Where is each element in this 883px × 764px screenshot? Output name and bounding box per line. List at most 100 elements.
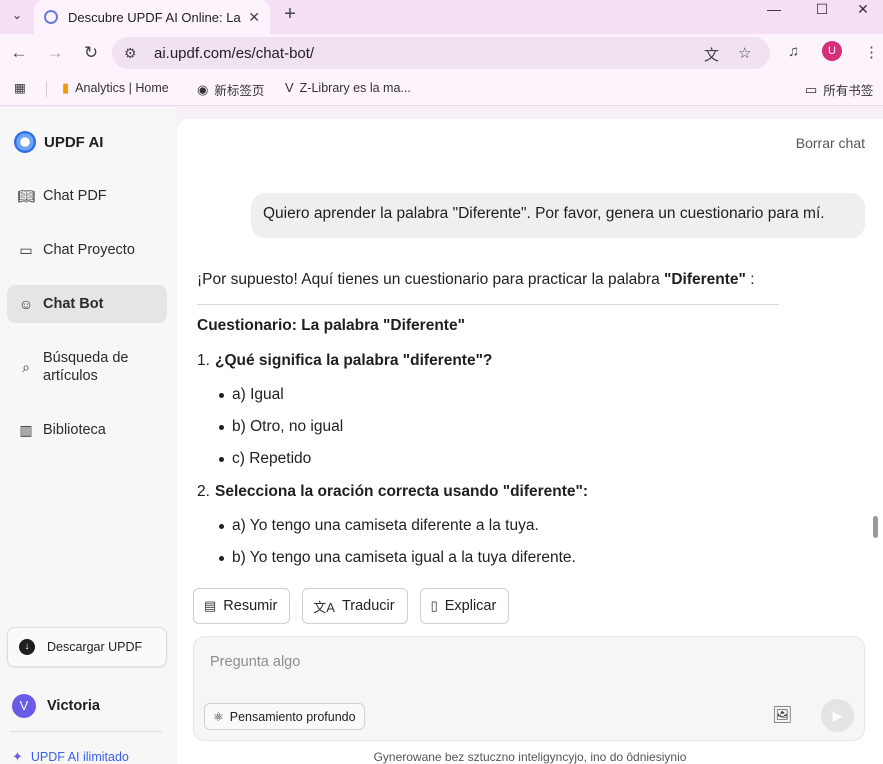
translate-icon: 文A: [313, 599, 335, 615]
profile-avatar[interactable]: U: [822, 41, 842, 61]
user-name: Victoria: [47, 698, 100, 714]
tab-close-icon[interactable]: ✕: [248, 9, 260, 26]
bookmarks-bar: ▦ ▮ Analytics | Home ◉ 新标签页 V Z-Library …: [0, 72, 883, 106]
sparkle-icon: ✦: [12, 749, 23, 764]
chat-panel: Borrar chat Quiero aprender la palabra "…: [177, 119, 883, 764]
bookmark-new-tab[interactable]: ◉ 新标签页: [197, 80, 264, 99]
resumir-button[interactable]: ▤ Resumir: [193, 588, 291, 624]
forward-icon[interactable]: →: [44, 42, 66, 64]
address-bar[interactable]: ⚙ ai.updf.com/es/chat-bot/ 文 ☆: [112, 37, 770, 69]
answer-intro: ¡Por supuesto! Aquí tienes un cuestionar…: [197, 271, 837, 295]
bullet: [219, 523, 224, 529]
explicar-button[interactable]: ▯ Explicar: [419, 588, 510, 624]
sidebar-item-label: Chat Proyecto: [43, 242, 135, 258]
bot-icon: ☺: [18, 296, 34, 312]
sidebar-item-label: Chat PDF: [43, 188, 107, 204]
message-input[interactable]: Pregunta algo: [210, 654, 300, 670]
download-updf-button[interactable]: ↓ Descargar UPDF: [7, 627, 167, 667]
brand-name: UPDF AI: [44, 133, 104, 151]
quiz-question: 2. Selecciona la oración correcta usando…: [197, 483, 837, 505]
all-bookmarks-label: 所有书签: [823, 84, 874, 98]
browser-tab[interactable]: Descubre UPDF AI Online: La ✕: [34, 0, 270, 34]
option-text: b) Otro, no igual: [232, 418, 344, 435]
more-menu-icon[interactable]: ⋮: [864, 43, 879, 61]
action-label: Explicar: [444, 598, 497, 614]
disclaimer-note: Gynerowane bez sztuczno inteligyncyjo, i…: [373, 750, 687, 764]
quiz-title: Cuestionario: La palabra "Diferente": [197, 317, 465, 334]
tab-strip: ⌄ Descubre UPDF AI Online: La ✕ + — ☐ ✕: [0, 0, 883, 34]
user-message: Quiero aprender la palabra "Diferente". …: [251, 193, 865, 238]
all-bookmarks[interactable]: ▭ 所有书签: [805, 80, 873, 99]
question-text: Selecciona la oración correcta usando "d…: [215, 483, 589, 500]
reload-icon[interactable]: ↻: [80, 42, 102, 64]
sidebar-item-busqueda[interactable]: ⌕ Búsqueda de artículos: [7, 345, 167, 389]
send-button[interactable]: ▶: [821, 699, 854, 732]
quiz-question: 1. ¿Qué significa la palabra "diferente"…: [197, 352, 837, 374]
bookmark-star-icon[interactable]: ☆: [738, 44, 751, 62]
atom-icon: ⚛: [213, 709, 224, 724]
deep-thinking-toggle[interactable]: ⚛ Pensamiento profundo: [204, 703, 365, 730]
media-control-icon[interactable]: ♫: [788, 43, 799, 60]
option-text: c) Repetido: [232, 450, 312, 467]
traducir-button[interactable]: 文A Traducir: [302, 588, 408, 624]
action-label: Resumir: [223, 598, 278, 614]
bookmark-label: 新标签页: [214, 84, 265, 98]
unlimited-link[interactable]: ✦ UPDF AI ilimitado: [12, 749, 129, 764]
quiz-option: a) Igual: [197, 384, 837, 406]
tab-title: Descubre UPDF AI Online: La: [68, 9, 241, 25]
sidebar-item-chat-pdf[interactable]: 📖︎ Chat PDF: [7, 177, 167, 215]
apps-grid-icon[interactable]: ▦: [14, 80, 26, 95]
sidebar-item-label: Búsqueda de artículos: [43, 350, 129, 384]
answer-intro-text: ¡Por supuesto! Aquí tienes un cuestionar…: [197, 271, 664, 288]
sidebar-item-biblioteca[interactable]: ▥ Biblioteca: [7, 411, 167, 449]
minimize-button[interactable]: —: [754, 0, 794, 20]
bookmark-zlibrary[interactable]: V Z-Library es la ma...: [285, 80, 411, 95]
clear-chat-button[interactable]: Borrar chat: [796, 135, 865, 151]
action-label: Traducir: [341, 598, 395, 614]
back-icon[interactable]: ←: [8, 42, 30, 64]
answer-intro-suffix: :: [745, 271, 755, 288]
explain-icon: ▯: [430, 598, 438, 613]
maximize-button[interactable]: ☐: [802, 0, 842, 20]
bullet: [219, 555, 224, 561]
option-text: a) Igual: [232, 386, 284, 403]
sidebar-item-label: Biblioteca: [43, 422, 106, 438]
chat-scrollbar[interactable]: [873, 516, 878, 538]
question-text: ¿Qué significa la palabra "diferente"?: [215, 352, 493, 369]
bullet: [219, 424, 224, 430]
new-tab-button[interactable]: +: [280, 4, 300, 26]
sidebar-item-chat-proyecto[interactable]: ▭ Chat Proyecto: [7, 231, 167, 269]
user-avatar: V: [12, 694, 36, 718]
updf-favicon-icon: [44, 10, 58, 24]
quick-actions: ▤ Resumir 文A Traducir ▯ Explicar: [193, 588, 521, 624]
quiz-option: b) Yo tengo una camiseta igual a la tuya…: [197, 547, 837, 569]
app-sidebar: UPDF AI 📖︎ Chat PDF ▭ Chat Proyecto ☺ Ch…: [0, 107, 176, 764]
quiz-option: a) Yo tengo una camiseta diferente a la …: [197, 515, 837, 537]
folder-plus-icon: ▭: [19, 241, 33, 258]
brand[interactable]: UPDF AI: [14, 131, 103, 153]
site-settings-icon[interactable]: ⚙: [124, 45, 137, 62]
image-upload-icon[interactable]: 🖼︎: [772, 705, 792, 725]
url-text[interactable]: ai.updf.com/es/chat-bot/: [154, 45, 314, 62]
updf-logo-icon: [14, 131, 36, 153]
bookmark-label: Analytics | Home: [75, 81, 169, 95]
quiz-option: c) Repetido: [197, 448, 837, 470]
doc-search-icon: ⌕: [22, 358, 30, 375]
answer-divider: [197, 304, 779, 305]
question-number: 2.: [197, 483, 210, 500]
quiz-option: b) Otro, no igual: [197, 416, 837, 438]
sidebar-item-chat-bot[interactable]: ☺ Chat Bot: [7, 285, 167, 323]
deep-thinking-label: Pensamiento profundo: [229, 709, 356, 724]
translate-page-icon[interactable]: 文: [704, 44, 719, 65]
message-composer[interactable]: Pregunta algo ⚛ Pensamiento profundo 🖼︎ …: [193, 636, 865, 741]
download-label: Descargar UPDF: [47, 640, 143, 654]
globe-icon: ◉: [197, 81, 209, 97]
bookmark-label: Z-Library es la ma...: [299, 80, 411, 95]
bookmarks-separator: [46, 81, 47, 97]
user-profile[interactable]: V Victoria: [12, 694, 100, 718]
chevron-down-icon[interactable]: ⌄: [6, 4, 28, 26]
sidebar-item-label: Chat Bot: [43, 296, 104, 312]
close-window-button[interactable]: ✕: [843, 0, 883, 20]
browser-toolbar: ← → ↻ ⚙ ai.updf.com/es/chat-bot/ 文 ☆ ♫ U…: [0, 34, 883, 72]
bookmark-analytics[interactable]: ▮ Analytics | Home: [62, 80, 169, 96]
